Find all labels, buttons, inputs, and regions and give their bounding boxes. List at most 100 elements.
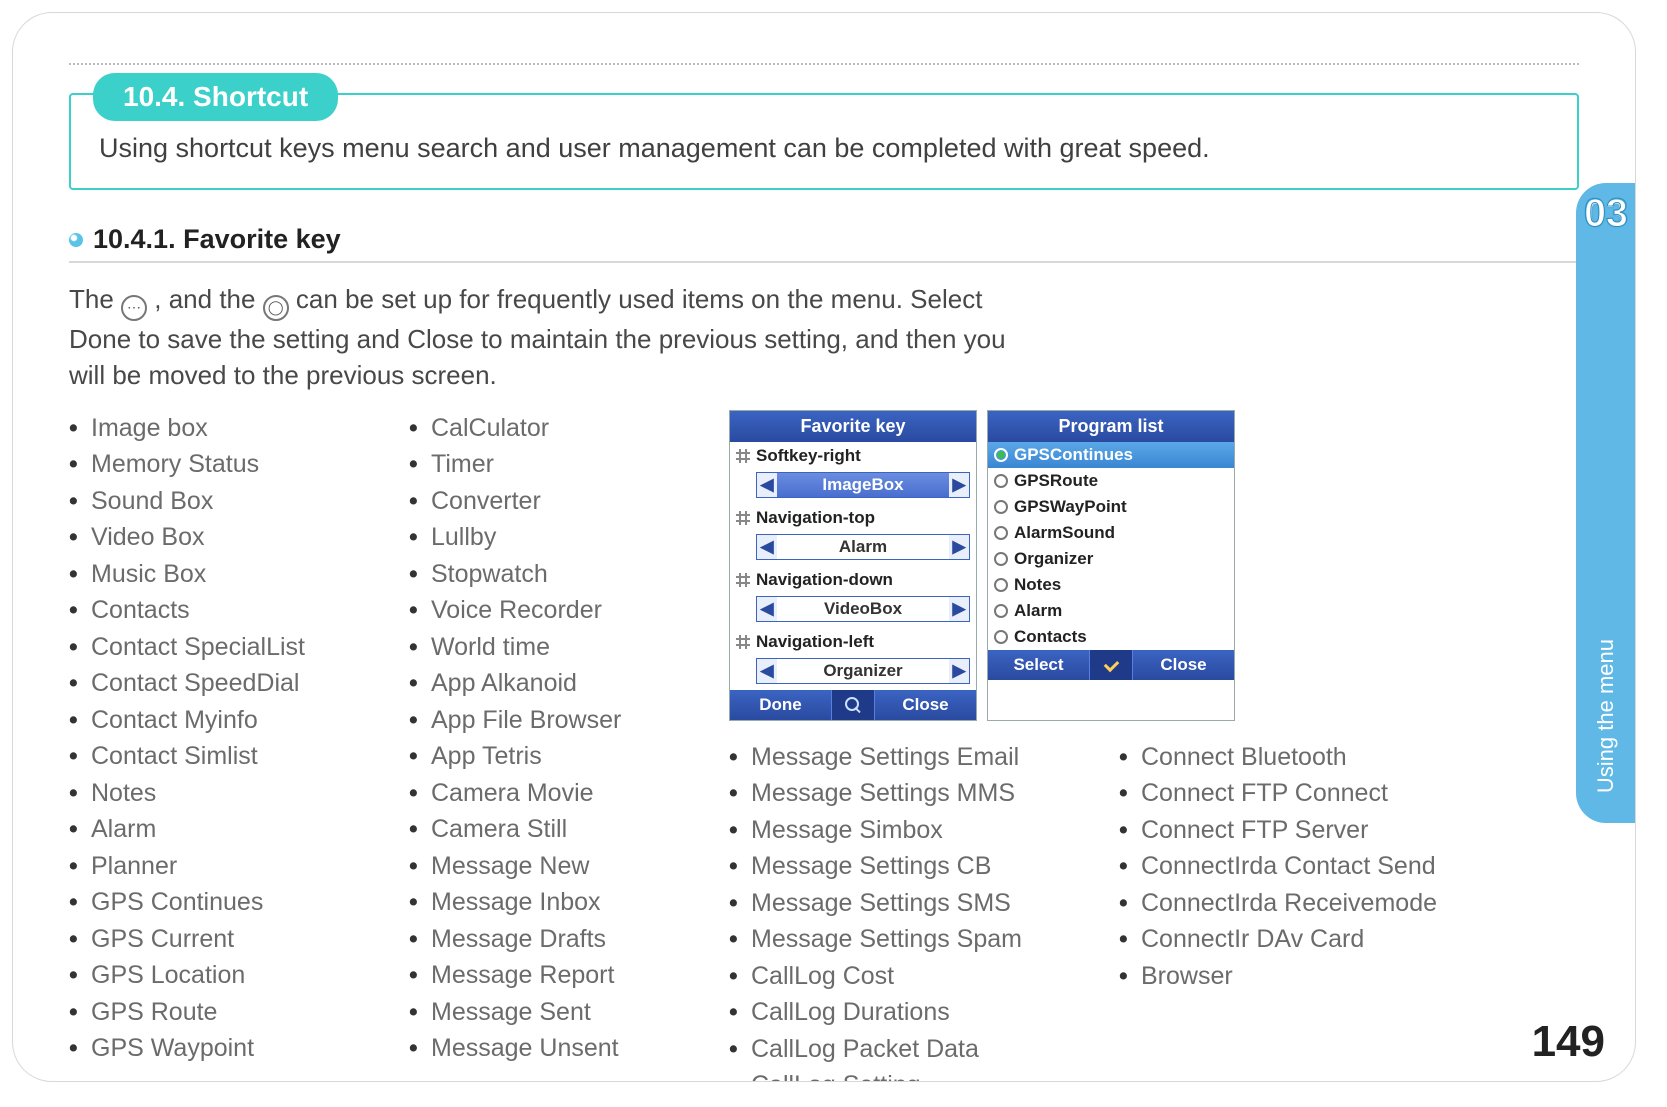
- radio-icon: [994, 500, 1008, 514]
- phone-selector[interactable]: ◀Alarm▶: [756, 534, 970, 560]
- program-list-item[interactable]: GPSRoute: [988, 468, 1234, 494]
- phone-label-row: Navigation-down: [730, 566, 976, 594]
- list-item: CallLog Packet Data: [729, 1031, 1089, 1068]
- phone-selector-value: VideoBox: [777, 597, 949, 621]
- phone-selector[interactable]: ◀ImageBox▶: [756, 472, 970, 498]
- radio-icon: [994, 578, 1008, 592]
- navkey-icon: ◯: [263, 295, 289, 321]
- list-item: CallLog Cost: [729, 958, 1089, 995]
- arrow-right-icon[interactable]: ▶: [949, 597, 969, 621]
- arrow-left-icon[interactable]: ◀: [757, 597, 777, 621]
- manual-page: 10.4. Shortcut Using shortcut keys menu …: [12, 12, 1636, 1082]
- phone-selector-value: ImageBox: [777, 473, 949, 497]
- list-item: GPS Route: [69, 994, 399, 1031]
- program-item-label: Alarm: [1014, 601, 1062, 621]
- list-item: Message Settings SMS: [729, 885, 1089, 922]
- screenshot-favorite-key: Favorite key Softkey-right◀ImageBox▶Navi…: [729, 410, 977, 721]
- list-item: ConnectIrda Receivemode: [1119, 885, 1469, 922]
- softkey-close[interactable]: Close: [875, 690, 976, 720]
- phone-row-label: Navigation-top: [756, 508, 970, 528]
- list-item: CallLog Setting: [729, 1067, 1089, 1082]
- phone-selector-value: Organizer: [777, 659, 949, 683]
- phone-label-row: Navigation-top: [730, 504, 976, 532]
- program-list-item[interactable]: GPSContinues: [988, 442, 1234, 468]
- list-item: Message Settings MMS: [729, 775, 1089, 812]
- hash-icon: [736, 511, 750, 525]
- program-list-item[interactable]: Alarm: [988, 598, 1234, 624]
- right-block: Favorite key Softkey-right◀ImageBox▶Navi…: [729, 410, 1469, 1082]
- list-item: Message Unsent: [409, 1030, 719, 1067]
- program-item-label: Organizer: [1014, 549, 1093, 569]
- list-item: Browser: [1119, 958, 1469, 995]
- list-item: Image box: [69, 410, 399, 447]
- program-list-item[interactable]: Notes: [988, 572, 1234, 598]
- program-list-item[interactable]: Contacts: [988, 624, 1234, 650]
- list-item: ConnectIr DAv Card: [1119, 921, 1469, 958]
- list-item: Converter: [409, 483, 719, 520]
- section-callout: 10.4. Shortcut Using shortcut keys menu …: [69, 93, 1579, 190]
- list-item: Alarm: [69, 811, 399, 848]
- list-item: Connect FTP Connect: [1119, 775, 1469, 812]
- list-item: Voice Recorder: [409, 592, 719, 629]
- page-number: 149: [1532, 1017, 1605, 1067]
- phone-softbar: Done Close: [730, 690, 976, 720]
- program-item-label: GPSContinues: [1014, 445, 1133, 465]
- list-item: Video Box: [69, 519, 399, 556]
- subsection-title: 10.4.1. Favorite key: [93, 224, 341, 255]
- divider-dotted: [69, 63, 1579, 65]
- feature-list-col4: Connect BluetoothConnect FTP Connect Conn…: [1119, 739, 1469, 1082]
- list-item: Timer: [409, 446, 719, 483]
- radio-icon: [994, 552, 1008, 566]
- list-item: GPS Location: [69, 957, 399, 994]
- softkey-search-icon[interactable]: [831, 690, 875, 720]
- chapter-number-outline: 03: [1584, 191, 1629, 236]
- list-item: Message Sent: [409, 994, 719, 1031]
- bullet-icon: [69, 233, 83, 247]
- phone-row-label: Navigation-down: [756, 570, 970, 590]
- phone-row-label: Navigation-left: [756, 632, 970, 652]
- program-list-item[interactable]: Organizer: [988, 546, 1234, 572]
- list-item: Camera Movie: [409, 775, 719, 812]
- arrow-right-icon[interactable]: ▶: [949, 473, 969, 497]
- hash-icon: [736, 449, 750, 463]
- list-item: App Alkanoid: [409, 665, 719, 702]
- phone-row-label: Softkey-right: [756, 446, 970, 466]
- arrow-right-icon[interactable]: ▶: [949, 535, 969, 559]
- softkey-close[interactable]: Close: [1133, 650, 1234, 680]
- list-item: CalCulator: [409, 410, 719, 447]
- content-row: Image boxMemory StatusSound BoxVideo Box…: [69, 410, 1579, 1082]
- arrow-right-icon[interactable]: ▶: [949, 659, 969, 683]
- list-item: Message Report: [409, 957, 719, 994]
- phone-selector[interactable]: ◀Organizer▶: [756, 658, 970, 684]
- program-list-item[interactable]: GPSWayPoint: [988, 494, 1234, 520]
- radio-icon: [994, 448, 1008, 462]
- list-item: Message Inbox: [409, 884, 719, 921]
- list-item: Lullby: [409, 519, 719, 556]
- chapter-label: Using the menu: [1593, 639, 1619, 793]
- feature-list-col3: Message Settings EmailMessage Settings M…: [729, 739, 1089, 1082]
- program-item-label: AlarmSound: [1014, 523, 1115, 543]
- intro-a: The: [69, 284, 121, 314]
- softkey-done[interactable]: Done: [730, 690, 831, 720]
- arrow-left-icon[interactable]: ◀: [757, 535, 777, 559]
- list-item: Message Settings CB: [729, 848, 1089, 885]
- list-item: Message Settings Email: [729, 739, 1089, 776]
- softkey-select[interactable]: Select: [988, 650, 1089, 680]
- phone-selector[interactable]: ◀VideoBox▶: [756, 596, 970, 622]
- list-item: Contact SpeedDial: [69, 665, 399, 702]
- list-item: GPS Continues: [69, 884, 399, 921]
- program-list-item[interactable]: AlarmSound: [988, 520, 1234, 546]
- arrow-left-icon[interactable]: ◀: [757, 473, 777, 497]
- list-item: GPS Current: [69, 921, 399, 958]
- list-item: Contact Simlist: [69, 738, 399, 775]
- phone-softbar: Select Close: [988, 650, 1234, 680]
- list-item: Message Drafts: [409, 921, 719, 958]
- softkey-check-icon[interactable]: [1089, 650, 1133, 680]
- list-item: Message Simbox: [729, 812, 1089, 849]
- list-item: Connect Bluetooth: [1119, 739, 1469, 776]
- list-item: Notes: [69, 775, 399, 812]
- subsection-heading: 10.4.1. Favorite key: [69, 224, 1579, 263]
- list-item: Stopwatch: [409, 556, 719, 593]
- arrow-left-icon[interactable]: ◀: [757, 659, 777, 683]
- intro-b: , and the: [154, 284, 262, 314]
